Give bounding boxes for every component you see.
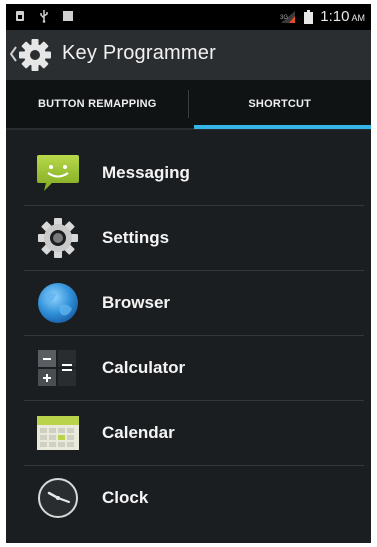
list-item-calculator[interactable]: Calculator bbox=[24, 336, 364, 401]
calendar-icon bbox=[37, 416, 79, 450]
tab-bar: BUTTON REMAPPING SHORTCUT bbox=[6, 80, 371, 128]
back-caret-icon[interactable] bbox=[8, 44, 18, 64]
clock-icon bbox=[38, 478, 78, 518]
list-item-clock[interactable]: Clock bbox=[24, 466, 364, 530]
app-label: Calendar bbox=[102, 423, 175, 442]
action-bar[interactable]: Key Programmer bbox=[6, 30, 371, 80]
tab-shortcut[interactable]: SHORTCUT bbox=[189, 80, 372, 128]
calculator-icon bbox=[38, 350, 76, 386]
list-item-messaging[interactable]: Messaging bbox=[24, 141, 364, 206]
battery-icon bbox=[302, 9, 314, 24]
tab-divider bbox=[188, 90, 189, 118]
app-title: Key Programmer bbox=[62, 42, 216, 64]
app-label: Calculator bbox=[102, 358, 186, 377]
screen: 3G 1:10 AM Key Programmer BUTTON REMAPPI… bbox=[6, 4, 371, 543]
usb-icon bbox=[38, 9, 50, 23]
app-label: Clock bbox=[102, 488, 149, 507]
shortcut-app-list: Messaging Settings Browser Calculator Ca… bbox=[24, 141, 364, 530]
app-label: Browser bbox=[102, 293, 171, 312]
sim-icon bbox=[14, 9, 26, 23]
notification-icon bbox=[62, 9, 74, 23]
browser-globe-icon bbox=[38, 283, 78, 323]
svg-text:3G: 3G bbox=[280, 15, 288, 21]
settings-gear-icon bbox=[38, 218, 78, 258]
app-label: Messaging bbox=[102, 163, 190, 182]
list-item-settings[interactable]: Settings bbox=[24, 206, 364, 271]
gear-icon[interactable] bbox=[18, 38, 52, 72]
list-item-calendar[interactable]: Calendar bbox=[24, 401, 364, 466]
messaging-icon bbox=[37, 155, 79, 191]
status-clock: 1:10 AM bbox=[320, 8, 365, 25]
status-bar: 3G 1:10 AM bbox=[6, 4, 371, 30]
status-right-icons: 3G 1:10 AM bbox=[280, 8, 365, 25]
signal-icon: 3G bbox=[280, 10, 296, 24]
selected-tab-indicator bbox=[194, 125, 371, 129]
status-left-icons bbox=[14, 9, 74, 23]
tab-button-remapping[interactable]: BUTTON REMAPPING bbox=[6, 80, 189, 128]
device-frame: 3G 1:10 AM Key Programmer BUTTON REMAPPI… bbox=[0, 0, 377, 547]
list-item-browser[interactable]: Browser bbox=[24, 271, 364, 336]
app-label: Settings bbox=[102, 228, 170, 247]
